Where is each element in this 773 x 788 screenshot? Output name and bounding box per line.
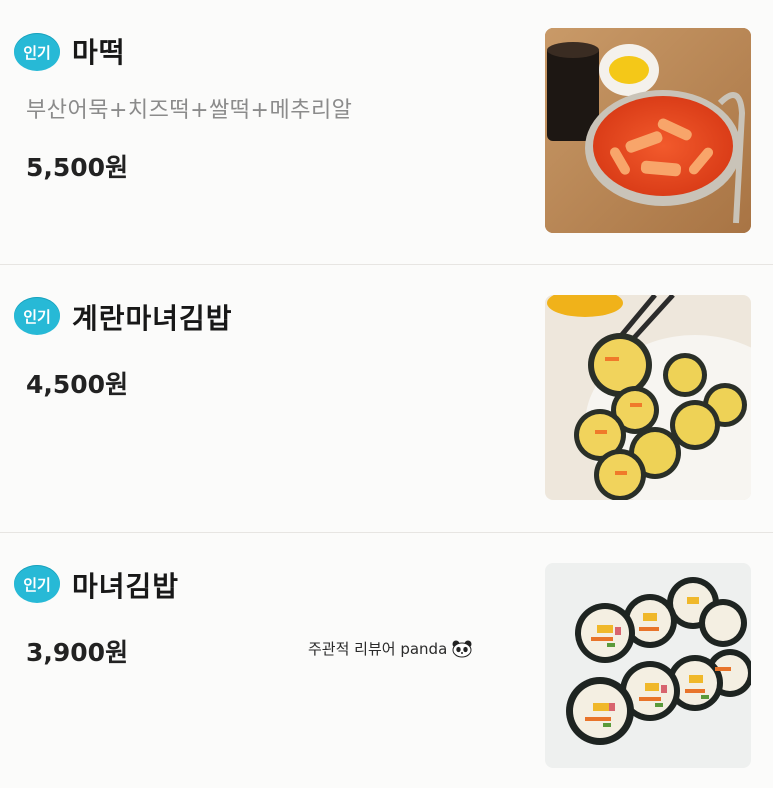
menu-item-price: 3,900원 <box>26 638 129 667</box>
menu-item-egg-gimbap[interactable]: 인기 계란마녀김밥 4,500원 <box>0 265 773 533</box>
panda-icon <box>451 640 473 658</box>
menu-item-description: 부산어묵+치즈떡+쌀떡+메추리알 <box>26 98 353 123</box>
menu-item-name: 마떡 <box>72 36 126 69</box>
popular-badge: 인기 <box>14 565 60 603</box>
watermark-text: 주관적 리뷰어 panda <box>308 640 448 658</box>
popular-badge: 인기 <box>14 297 60 335</box>
menu-item-matteok[interactable]: 인기 마떡 부산어묵+치즈떡+쌀떡+메추리알 5,500원 <box>0 0 773 265</box>
menu-item-price: 5,500원 <box>26 153 129 182</box>
menu-item-price: 4,500원 <box>26 370 129 399</box>
popular-badge: 인기 <box>14 33 60 71</box>
menu-item-witch-gimbap[interactable]: 인기 마녀김밥 3,900원 주관적 리뷰어 panda <box>0 533 773 788</box>
egg-gimbap-photo[interactable] <box>545 295 751 500</box>
gimbap-photo[interactable] <box>545 563 751 768</box>
menu-item-name: 마녀김밥 <box>72 570 180 603</box>
menu-item-name: 계란마녀김밥 <box>72 302 233 335</box>
reviewer-watermark: 주관적 리뷰어 panda <box>308 638 473 659</box>
tteokbokki-photo[interactable] <box>545 28 751 233</box>
